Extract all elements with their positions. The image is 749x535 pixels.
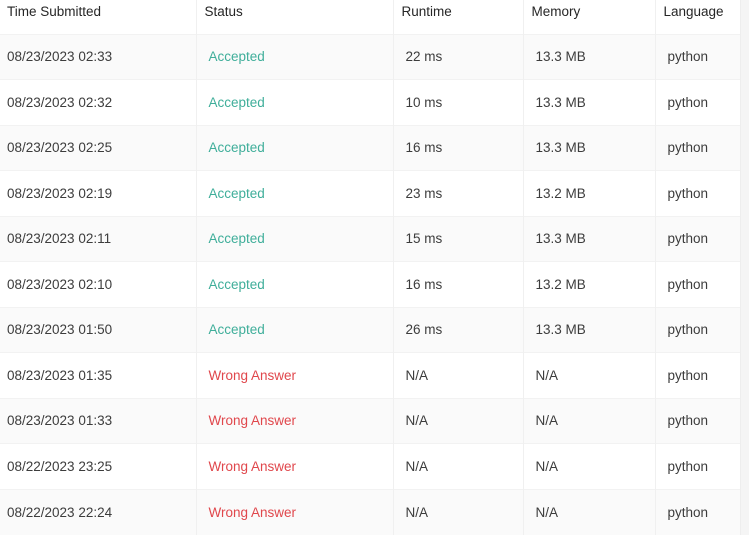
runtime-cell: 16 ms bbox=[392, 261, 523, 307]
runtime-cell: N/A bbox=[392, 488, 523, 535]
column-header-runtime[interactable]: Runtime bbox=[392, 0, 523, 34]
table-row[interactable]: 08/23/2023 01:50 Accepted 26 ms 13.3 MB pyth… bbox=[0, 306, 740, 353]
runtime-cell: N/A bbox=[392, 443, 523, 489]
time-submitted-cell: 08/23/2023 02:10 bbox=[0, 261, 196, 307]
language-cell: python bbox=[654, 261, 740, 307]
runtime-cell: N/A bbox=[392, 352, 523, 398]
table-header: Time Submitted Status Runtime Memory Lan… bbox=[0, 0, 740, 34]
column-header-status[interactable]: Status bbox=[195, 0, 393, 34]
time-submitted-cell: 08/23/2023 02:19 bbox=[0, 170, 196, 216]
memory-cell: N/A bbox=[522, 488, 655, 535]
column-header-language[interactable]: Language bbox=[654, 0, 740, 34]
table-row[interactable]: 08/22/2023 22:24 Wrong Answer N/A N/A python bbox=[0, 488, 740, 535]
status-cell[interactable]: Accepted bbox=[195, 215, 393, 262]
language-cell: python bbox=[654, 79, 740, 125]
table-row[interactable]: 08/23/2023 02:32 Accepted 10 ms 13.3 MB pyth… bbox=[0, 79, 740, 125]
column-header-time-submitted[interactable]: Time Submitted bbox=[0, 0, 196, 34]
status-cell[interactable]: Wrong Answer bbox=[195, 488, 393, 535]
status-cell[interactable]: Accepted bbox=[195, 33, 393, 80]
language-cell: python bbox=[654, 443, 740, 489]
runtime-cell: 23 ms bbox=[392, 170, 523, 216]
scrollbar-track[interactable] bbox=[740, 0, 749, 535]
time-submitted-cell: 08/23/2023 01:50 bbox=[0, 306, 196, 353]
table-row[interactable]: 08/23/2023 02:33 Accepted 22 ms 13.3 MB pyth… bbox=[0, 33, 740, 80]
memory-cell: 13.2 MB bbox=[522, 261, 655, 307]
status-cell[interactable]: Accepted bbox=[195, 124, 393, 171]
table-row[interactable]: 08/23/2023 02:11 Accepted 15 ms 13.3 MB pyth… bbox=[0, 215, 740, 262]
status-cell[interactable]: Wrong Answer bbox=[195, 397, 393, 444]
status-cell[interactable]: Wrong Answer bbox=[195, 352, 393, 398]
time-submitted-cell: 08/23/2023 01:33 bbox=[0, 397, 196, 444]
memory-cell: 13.3 MB bbox=[522, 124, 655, 171]
language-cell: python bbox=[654, 352, 740, 398]
language-cell: python bbox=[654, 33, 740, 80]
time-submitted-cell: 08/23/2023 02:32 bbox=[0, 79, 196, 125]
memory-cell: N/A bbox=[522, 397, 655, 444]
language-cell: python bbox=[654, 488, 740, 535]
submissions-table: Time Submitted Status Runtime Memory Lan… bbox=[0, 0, 740, 535]
memory-cell: 13.2 MB bbox=[522, 170, 655, 216]
memory-cell: 13.3 MB bbox=[522, 306, 655, 353]
runtime-cell: 26 ms bbox=[392, 306, 523, 353]
memory-cell: N/A bbox=[522, 352, 655, 398]
time-submitted-cell: 08/23/2023 01:35 bbox=[0, 352, 196, 398]
time-submitted-cell: 08/23/2023 02:11 bbox=[0, 215, 196, 262]
table-row[interactable]: 08/22/2023 23:25 Wrong Answer N/A N/A python bbox=[0, 443, 740, 489]
status-cell[interactable]: Accepted bbox=[195, 306, 393, 353]
table-row[interactable]: 08/23/2023 02:10 Accepted 16 ms 13.2 MB pyth… bbox=[0, 261, 740, 307]
header-row: Time Submitted Status Runtime Memory Lan… bbox=[0, 0, 740, 34]
table-body: 08/23/2023 02:33 Accepted 22 ms 13.3 MB pyth… bbox=[0, 33, 740, 535]
time-submitted-cell: 08/22/2023 23:25 bbox=[0, 443, 196, 489]
memory-cell: 13.3 MB bbox=[522, 79, 655, 125]
time-submitted-cell: 08/23/2023 02:33 bbox=[0, 33, 196, 80]
runtime-cell: 22 ms bbox=[392, 33, 523, 80]
language-cell: python bbox=[654, 215, 740, 262]
memory-cell: N/A bbox=[522, 443, 655, 489]
runtime-cell: 15 ms bbox=[392, 215, 523, 262]
language-cell: python bbox=[654, 306, 740, 353]
memory-cell: 13.3 MB bbox=[522, 33, 655, 80]
status-cell[interactable]: Accepted bbox=[195, 170, 393, 216]
status-cell[interactable]: Accepted bbox=[195, 261, 393, 307]
runtime-cell: N/A bbox=[392, 397, 523, 444]
runtime-cell: 16 ms bbox=[392, 124, 523, 171]
memory-cell: 13.3 MB bbox=[522, 215, 655, 262]
table-row[interactable]: 08/23/2023 02:19 Accepted 23 ms 13.2 MB pyth… bbox=[0, 170, 740, 216]
status-cell[interactable]: Wrong Answer bbox=[195, 443, 393, 489]
time-submitted-cell: 08/22/2023 22:24 bbox=[0, 488, 196, 535]
table-row[interactable]: 08/23/2023 02:25 Accepted 16 ms 13.3 MB pyth… bbox=[0, 124, 740, 171]
submissions-table-container: Time Submitted Status Runtime Memory Lan… bbox=[0, 0, 740, 535]
status-cell[interactable]: Accepted bbox=[195, 79, 393, 125]
table-row[interactable]: 08/23/2023 01:35 Wrong Answer N/A N/A python bbox=[0, 352, 740, 398]
column-header-memory[interactable]: Memory bbox=[522, 0, 655, 34]
time-submitted-cell: 08/23/2023 02:25 bbox=[0, 124, 196, 171]
runtime-cell: 10 ms bbox=[392, 79, 523, 125]
language-cell: python bbox=[654, 170, 740, 216]
language-cell: python bbox=[654, 124, 740, 171]
table-row[interactable]: 08/23/2023 01:33 Wrong Answer N/A N/A python bbox=[0, 397, 740, 444]
language-cell: python bbox=[654, 397, 740, 444]
